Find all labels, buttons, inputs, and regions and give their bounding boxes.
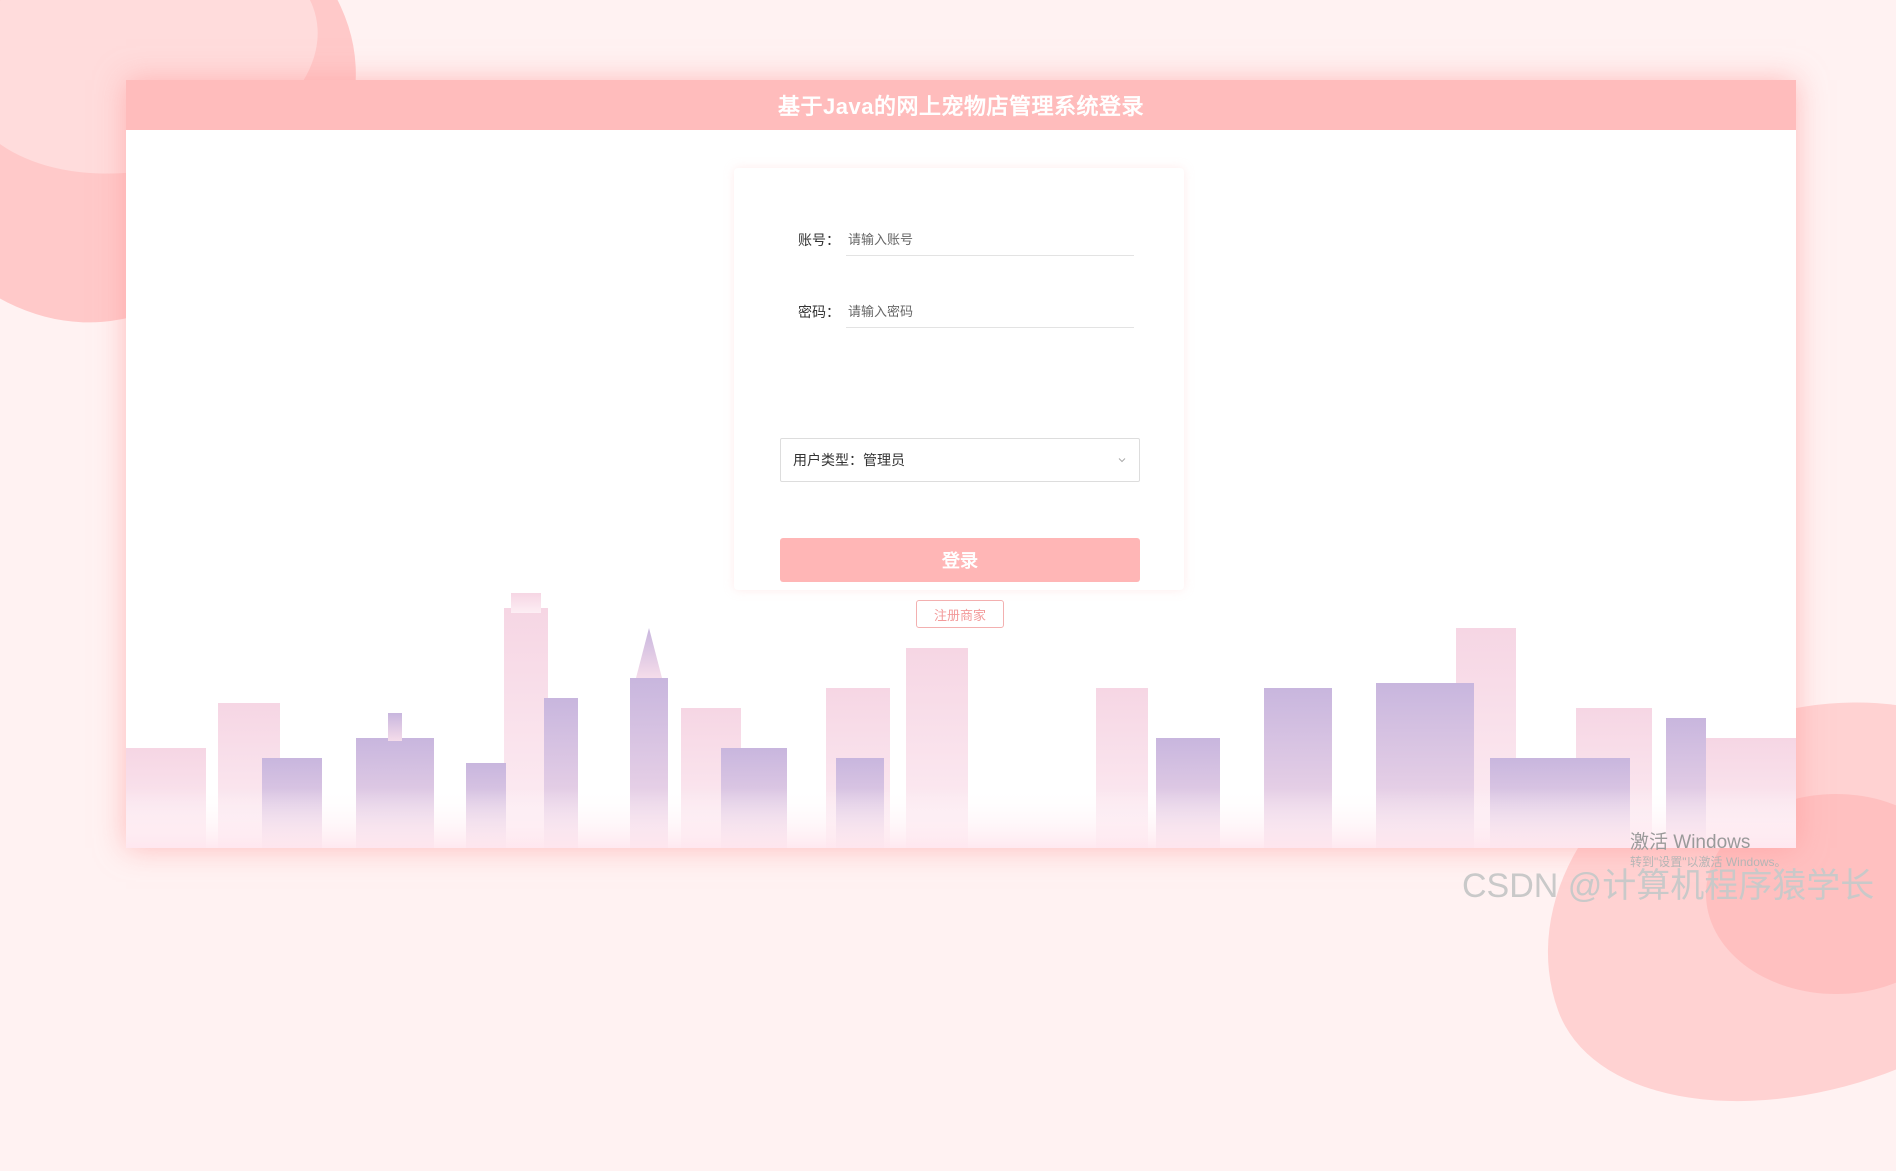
password-row: 密码： bbox=[780, 292, 1140, 332]
account-input[interactable] bbox=[846, 224, 1134, 256]
csdn-watermark: CSDN @计算机程序猿学长 bbox=[1462, 867, 1875, 905]
login-card: 基于Java的网上宠物店管理系统登录 账号： 请输入账号 密码： 用户类型： 管… bbox=[126, 80, 1796, 848]
user-type-select[interactable]: 用户类型： 管理员 bbox=[780, 438, 1140, 482]
windows-activation-watermark: 激活 Windows bbox=[1630, 832, 1751, 853]
card-header: 基于Java的网上宠物店管理系统登录 bbox=[126, 80, 1796, 130]
user-type-label: 用户类型： bbox=[793, 452, 863, 468]
password-input[interactable] bbox=[846, 296, 1134, 328]
chevron-down-icon bbox=[1118, 458, 1126, 463]
login-form-panel: 账号： 密码： 用户类型： 管理员 登录 注册商家 bbox=[734, 168, 1184, 628]
account-label: 账号： bbox=[798, 232, 840, 248]
page-title: 基于Java的网上宠物店管理系统登录 bbox=[778, 94, 1144, 119]
account-row: 账号： bbox=[780, 220, 1140, 260]
login-button[interactable]: 登录 bbox=[780, 538, 1140, 582]
password-label: 密码： bbox=[798, 304, 840, 320]
user-type-value: 管理员 bbox=[863, 452, 905, 468]
register-merchant-button[interactable]: 注册商家 bbox=[916, 600, 1004, 628]
